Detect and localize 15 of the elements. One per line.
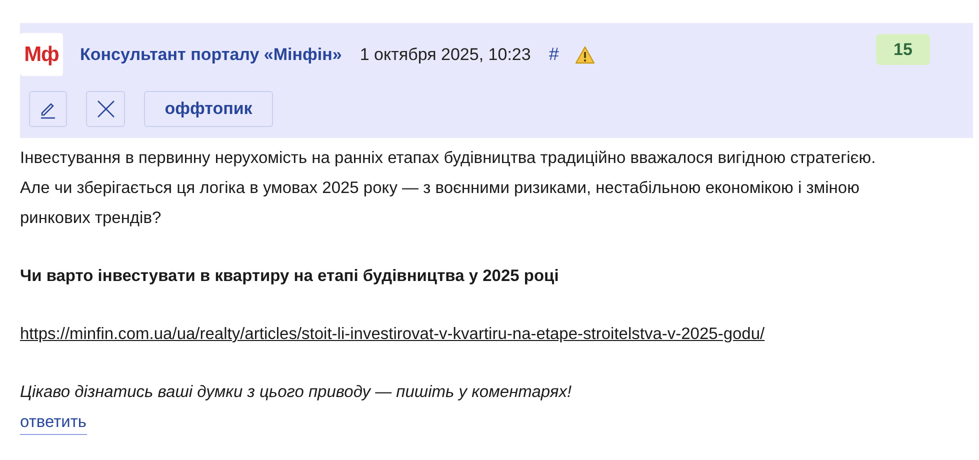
close-icon <box>96 100 114 118</box>
close-button[interactable] <box>86 91 125 127</box>
post-date: 1 октября 2025, 10:23 <box>360 44 531 66</box>
warning-icon[interactable] <box>574 46 595 64</box>
post-paragraph: Цікаво дізнатись ваші думки з цього приводу — пишіть у коментарях! <box>20 382 573 403</box>
author-link[interactable]: Консультант порталу «Мінфін» <box>80 42 342 68</box>
rating-badge: 15 <box>876 34 930 65</box>
post-heading: Чи варто інвестувати в квартиру на етапі будівництва у 2025 році <box>20 266 560 287</box>
article-link[interactable]: https://minfin.com.ua/ua/realty/articles/stoit-li-investirovat-v-kvartiru-na-etape-stroitelstva-v-2025-godu/ <box>20 319 765 349</box>
anchor-link[interactable]: # <box>548 41 559 68</box>
reply-link[interactable]: ответить <box>20 410 87 435</box>
edit-button[interactable] <box>29 91 67 127</box>
post-paragraph: Інвестування в первинну нерухомість на ранніх етапах будівництва традиційно вважалося вигідною стратегією. Але чи зберігається ця логіка в умовах 2025 року — з воєнними ризиками, нестабільною економікою і зміною ринкових трендів? <box>20 148 877 229</box>
logo-icon: Мф <box>20 33 63 76</box>
offtopic-button[interactable]: оффтопик <box>144 91 273 127</box>
